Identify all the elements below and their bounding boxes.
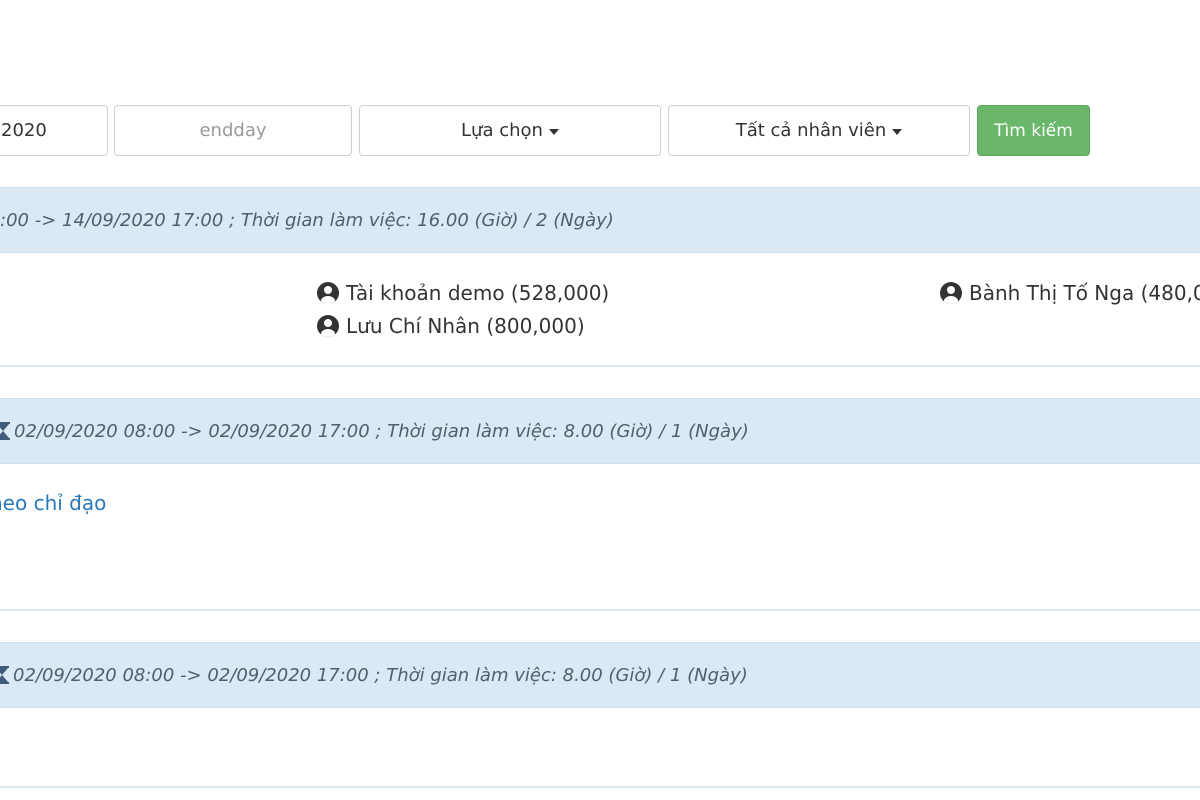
user-icon (317, 282, 339, 304)
start-date-value: 2020 (1, 120, 47, 141)
chevron-down-icon (892, 128, 903, 135)
assignee-name: Tài khoản demo (528,000) (346, 281, 610, 305)
option-dropdown-label: Lựa chọn (461, 120, 543, 141)
search-button[interactable]: Tìm kiếm (977, 105, 1090, 156)
task-time-text: :00 -> 14/09/2020 17:00 ; Thời gian làm … (0, 209, 614, 231)
option-dropdown[interactable]: Lựa chọn (359, 105, 661, 156)
assignee-name: Bành Thị Tố Nga (480,00 (969, 281, 1200, 305)
task-time-text: 02/09/2020 08:00 -> 02/09/2020 17:00 ; T… (14, 420, 749, 442)
chevron-down-icon (548, 128, 559, 135)
assignee-item[interactable]: Bành Thị Tố Nga (480,00 (940, 281, 1200, 305)
row-divider (0, 786, 1200, 788)
task-link[interactable]: heo chỉ đạo (0, 491, 106, 515)
end-date-input[interactable]: endday (114, 105, 352, 156)
row-divider (0, 609, 1200, 611)
user-icon (940, 282, 962, 304)
page: 2020 endday Lựa chọn Tất cả nhân viên Tì… (0, 0, 1200, 800)
staff-dropdown[interactable]: Tất cả nhân viên (668, 105, 970, 156)
assignee-item[interactable]: Lưu Chí Nhân (800,000) (317, 314, 585, 338)
task-time-bar: 02/09/2020 08:00 -> 02/09/2020 17:00 ; T… (0, 398, 1200, 464)
end-date-placeholder: endday (199, 120, 267, 141)
task-time-bar: 02/09/2020 08:00 -> 02/09/2020 17:00 ; T… (0, 642, 1200, 708)
hourglass-icon (0, 666, 9, 684)
search-button-label: Tìm kiếm (994, 120, 1073, 141)
user-icon (317, 315, 339, 337)
staff-dropdown-label: Tất cả nhân viên (735, 120, 887, 141)
assignee-item[interactable]: Tài khoản demo (528,000) (317, 281, 609, 305)
task-time-bar: :00 -> 14/09/2020 17:00 ; Thời gian làm … (0, 187, 1200, 253)
hourglass-icon (0, 422, 10, 440)
task-time-text: 02/09/2020 08:00 -> 02/09/2020 17:00 ; T… (13, 664, 748, 686)
row-divider (0, 365, 1200, 367)
assignee-name: Lưu Chí Nhân (800,000) (346, 314, 585, 338)
start-date-input[interactable]: 2020 (0, 105, 108, 156)
